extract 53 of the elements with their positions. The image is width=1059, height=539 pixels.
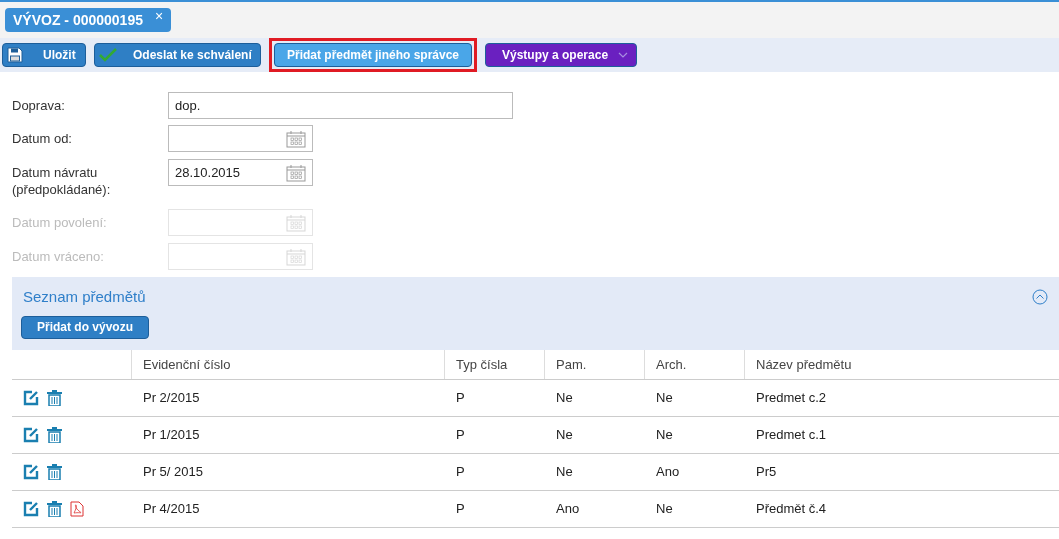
table-cell-text: Ne [655, 426, 674, 445]
section-title: Seznam předmětů [23, 287, 146, 307]
table-cell-text: Ne [655, 389, 674, 408]
column-header[interactable]: Pam. [556, 354, 587, 375]
pdf-icon[interactable] [70, 501, 84, 517]
table-cell-text: Pr5 [755, 463, 778, 482]
edit-icon[interactable] [23, 390, 39, 406]
table-cell-text: Pr 2/2015 [142, 389, 201, 408]
trash-icon[interactable] [47, 390, 62, 406]
table-cell-text: P [455, 463, 466, 482]
date-field[interactable]: 28.10.2015 [168, 159, 313, 186]
toolbar-button[interactable]: Odeslat ke schválení [94, 43, 261, 67]
field-label: Datum od: [12, 130, 73, 147]
table-cell-text: Ne [555, 426, 574, 445]
tab-title: VÝVOZ - 000000195 [13, 10, 143, 30]
input-field[interactable]: dop. [168, 92, 513, 119]
table-cell-text: Pr 1/2015 [142, 426, 201, 445]
table-cell-text: Ano [555, 500, 581, 519]
table-cell-text: Pr 5/ 2015 [142, 463, 204, 482]
trash-icon[interactable] [47, 427, 62, 443]
calendar-icon[interactable] [286, 163, 306, 182]
edit-icon[interactable] [23, 501, 39, 517]
table-cell-text: Ano [655, 463, 681, 482]
collapse-icon[interactable] [1032, 289, 1048, 306]
field-label: Datum návratu (předpokládané): [12, 164, 112, 198]
column-header[interactable]: Název předmětu [756, 354, 852, 375]
check-icon [99, 48, 117, 62]
table-cell-text: P [455, 500, 466, 519]
field-label: Datum povolení: [12, 214, 108, 231]
trash-icon[interactable] [47, 501, 62, 517]
column-header[interactable]: Typ čísla [456, 354, 508, 375]
date-field[interactable] [168, 125, 313, 152]
dropdown-button[interactable]: Výstupy a operace [485, 43, 637, 67]
column-header[interactable]: Evidenční číslo [143, 354, 231, 375]
add-button[interactable]: Přidat do vývozu [21, 315, 149, 339]
trash-icon[interactable] [47, 464, 62, 480]
column-header[interactable]: Arch. [656, 354, 687, 375]
table-cell-text: P [455, 426, 466, 445]
calendar-icon[interactable] [286, 129, 306, 148]
table-cell-text: Pr 4/2015 [142, 500, 201, 519]
edit-icon[interactable] [23, 427, 39, 443]
edit-icon[interactable] [23, 464, 39, 480]
table-cell-text: Predmet c.2 [755, 389, 828, 408]
field-label: Doprava: [12, 97, 66, 114]
field-label: Datum vráceno: [12, 248, 105, 265]
table-cell-text: Predmet c.1 [755, 426, 828, 445]
toolbar-button[interactable]: Uložit [2, 43, 86, 67]
table-cell-text: P [455, 389, 466, 408]
table-cell-text: Ne [655, 500, 674, 519]
table-cell-text: Ne [555, 463, 574, 482]
table-cell-text: Předmět č.4 [755, 500, 828, 519]
chevron-down-icon [618, 52, 628, 58]
table-cell-text: Ne [555, 389, 574, 408]
